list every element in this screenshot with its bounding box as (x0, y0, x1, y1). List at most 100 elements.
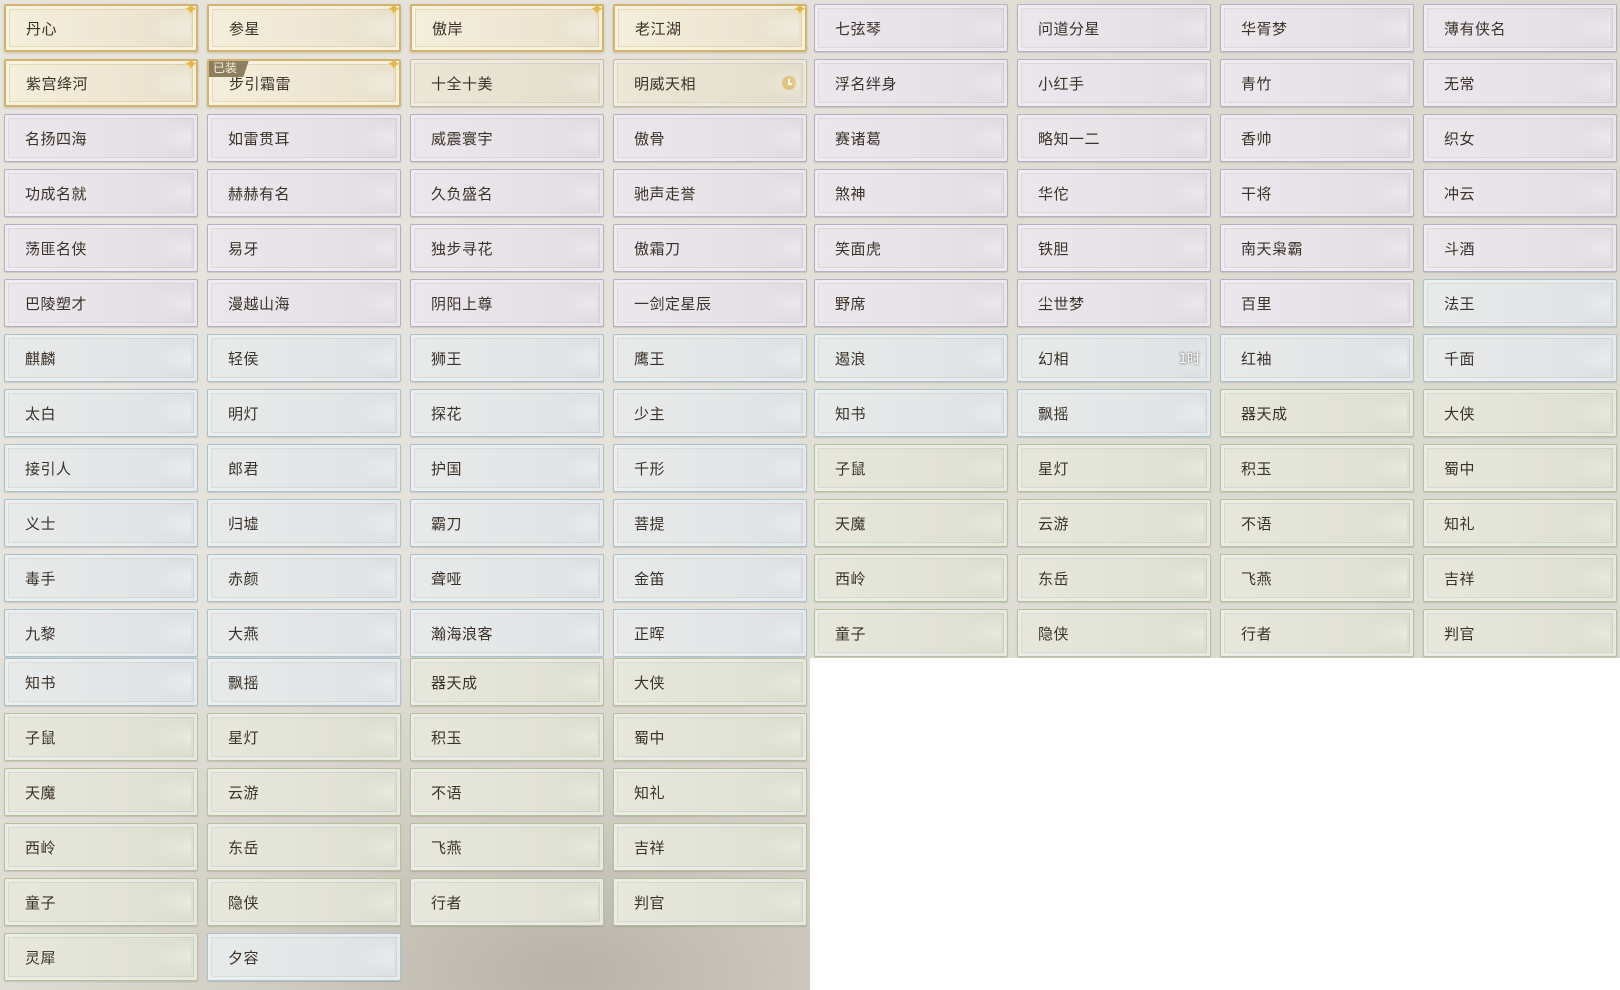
title-tile[interactable]: 傲霜刀 (613, 224, 807, 272)
title-tile[interactable]: 傲岸 ✦ (410, 4, 604, 52)
title-tile[interactable]: 正晖 (613, 609, 807, 657)
title-tile[interactable]: 一剑定星辰 (613, 279, 807, 327)
title-tile[interactable]: 红袖 (1220, 334, 1414, 382)
title-tile[interactable]: 积玉 (1220, 444, 1414, 492)
title-tile[interactable]: 漫越山海 (207, 279, 401, 327)
title-tile[interactable]: 夕容 (207, 933, 401, 981)
title-tile[interactable]: 斗酒 (1423, 224, 1617, 272)
title-tile[interactable]: 聋哑 (410, 554, 604, 602)
title-tile[interactable]: 老江湖 ✦ (613, 4, 807, 52)
title-tile[interactable]: 紫宫绛河 ✦ (4, 59, 198, 107)
title-tile[interactable]: 菩提 (613, 499, 807, 547)
title-tile[interactable]: 尘世梦 (1017, 279, 1211, 327)
title-tile[interactable]: 浮名绊身 (814, 59, 1008, 107)
title-tile[interactable]: 童子 (4, 878, 198, 926)
title-tile[interactable]: 西岭 (814, 554, 1008, 602)
title-tile[interactable]: 阴阳上尊 (410, 279, 604, 327)
title-tile[interactable]: 功成名就 (4, 169, 198, 217)
title-tile[interactable]: 织女 (1423, 114, 1617, 162)
title-tile[interactable]: 小红手 (1017, 59, 1211, 107)
title-tile[interactable]: 蜀中 (613, 713, 807, 761)
title-tile[interactable]: 星灯 (207, 713, 401, 761)
title-tile[interactable]: 器天成 (410, 658, 604, 706)
title-tile[interactable]: 隐侠 (207, 878, 401, 926)
title-tile[interactable]: 麒麟 (4, 334, 198, 382)
title-tile[interactable]: 飘摇 (207, 658, 401, 706)
title-tile[interactable]: 云游 (207, 768, 401, 816)
title-tile[interactable]: 野席 (814, 279, 1008, 327)
title-tile[interactable]: 义士 (4, 499, 198, 547)
title-tile[interactable]: 轻侯 (207, 334, 401, 382)
title-tile[interactable]: 知礼 (613, 768, 807, 816)
title-tile[interactable]: 器天成 (1220, 389, 1414, 437)
title-tile[interactable]: 知礼 (1423, 499, 1617, 547)
title-tile[interactable]: 大侠 (613, 658, 807, 706)
title-tile[interactable]: 积玉 (410, 713, 604, 761)
title-tile[interactable]: 西岭 (4, 823, 198, 871)
title-tile[interactable]: 子鼠 (814, 444, 1008, 492)
title-tile[interactable]: 易牙 (207, 224, 401, 272)
title-tile[interactable]: 明灯 (207, 389, 401, 437)
title-tile[interactable]: 金笛 (613, 554, 807, 602)
title-tile[interactable]: 略知一二 (1017, 114, 1211, 162)
title-tile[interactable]: 问道分星 (1017, 4, 1211, 52)
title-tile[interactable]: 大燕 (207, 609, 401, 657)
title-tile[interactable]: 少主 (613, 389, 807, 437)
title-tile[interactable]: 云游 (1017, 499, 1211, 547)
title-tile[interactable]: 傲骨 (613, 114, 807, 162)
title-tile[interactable]: 千形 (613, 444, 807, 492)
title-tile[interactable]: 遏浪 (814, 334, 1008, 382)
title-tile[interactable]: 东岳 (1017, 554, 1211, 602)
title-tile[interactable]: 香帅 (1220, 114, 1414, 162)
title-tile[interactable]: 子鼠 (4, 713, 198, 761)
title-tile[interactable]: 狮王 (410, 334, 604, 382)
title-tile[interactable]: 飞燕 (410, 823, 604, 871)
title-tile[interactable]: 法王 (1423, 279, 1617, 327)
title-tile[interactable]: 煞神 (814, 169, 1008, 217)
title-tile[interactable]: 百里 (1220, 279, 1414, 327)
title-tile[interactable]: 参星 ✦ (207, 4, 401, 52)
title-tile[interactable]: 南天枭霸 (1220, 224, 1414, 272)
title-tile[interactable]: 郎君 (207, 444, 401, 492)
title-tile[interactable]: 东岳 (207, 823, 401, 871)
title-tile[interactable]: 天魔 (4, 768, 198, 816)
title-tile[interactable]: 威震寰宇 (410, 114, 604, 162)
title-tile[interactable]: 探花 (410, 389, 604, 437)
title-tile[interactable]: 千面 (1423, 334, 1617, 382)
title-tile[interactable]: 幻相 1时 (1017, 334, 1211, 382)
title-tile[interactable]: 行者 (1220, 609, 1414, 657)
title-tile[interactable]: 华佗 (1017, 169, 1211, 217)
title-tile[interactable]: 赛诸葛 (814, 114, 1008, 162)
title-tile[interactable]: 天魔 (814, 499, 1008, 547)
title-tile[interactable]: 接引人 (4, 444, 198, 492)
title-tile[interactable]: 知书 (4, 658, 198, 706)
title-tile[interactable]: 太白 (4, 389, 198, 437)
title-tile[interactable]: 久负盛名 (410, 169, 604, 217)
title-tile[interactable]: 大侠 (1423, 389, 1617, 437)
title-tile[interactable]: 不语 (1220, 499, 1414, 547)
title-tile[interactable]: 九黎 (4, 609, 198, 657)
title-tile[interactable]: 驰声走誉 (613, 169, 807, 217)
title-tile[interactable]: 冲云 (1423, 169, 1617, 217)
title-tile[interactable]: 如雷贯耳 (207, 114, 401, 162)
title-tile[interactable]: 飞燕 (1220, 554, 1414, 602)
title-tile[interactable]: 归墟 (207, 499, 401, 547)
title-tile[interactable]: 判官 (613, 878, 807, 926)
title-tile[interactable]: 童子 (814, 609, 1008, 657)
title-tile[interactable]: 薄有侠名 (1423, 4, 1617, 52)
title-tile[interactable]: 笑面虎 (814, 224, 1008, 272)
title-tile[interactable]: 星灯 (1017, 444, 1211, 492)
title-tile[interactable]: 飘摇 (1017, 389, 1211, 437)
title-tile[interactable]: 护国 (410, 444, 604, 492)
title-tile[interactable]: 知书 (814, 389, 1008, 437)
title-tile[interactable]: 无常 (1423, 59, 1617, 107)
title-tile[interactable]: 判官 (1423, 609, 1617, 657)
title-tile[interactable]: 隐侠 (1017, 609, 1211, 657)
title-tile[interactable]: 霸刀 (410, 499, 604, 547)
title-tile[interactable]: 赫赫有名 (207, 169, 401, 217)
title-tile[interactable]: 吉祥 (613, 823, 807, 871)
title-tile[interactable]: 明威天相 (613, 59, 807, 107)
title-tile[interactable]: 七弦琴 (814, 4, 1008, 52)
title-tile[interactable]: 行者 (410, 878, 604, 926)
title-tile[interactable]: 瀚海浪客 (410, 609, 604, 657)
